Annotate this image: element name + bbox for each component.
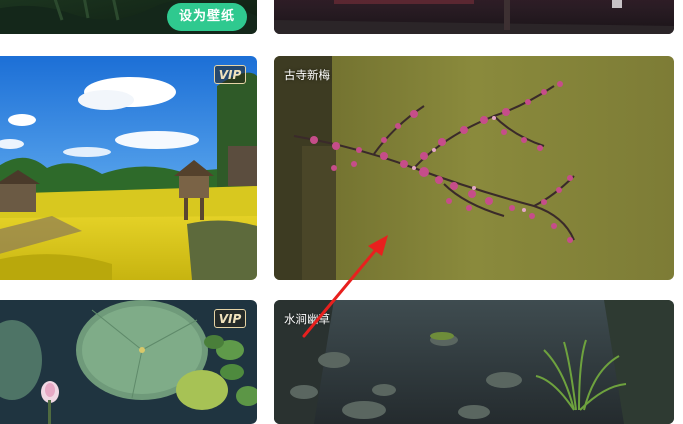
wallpaper-card-top-right[interactable]: [274, 0, 674, 34]
wallpaper-card-top-left[interactable]: 设为壁纸: [0, 0, 257, 34]
wallpaper-thumbnail-rapeseed: [0, 56, 257, 280]
card-title: 古寺新梅: [284, 68, 330, 82]
card-title: 水涧幽草: [284, 312, 330, 326]
wallpaper-card-stream-grass[interactable]: 水涧幽草: [274, 300, 674, 424]
wallpaper-thumbnail-stream: [274, 300, 674, 424]
wallpaper-thumbnail-plum-blossom: [274, 56, 674, 280]
set-wallpaper-button[interactable]: 设为壁纸: [166, 3, 247, 31]
vip-badge: VIP: [214, 65, 246, 84]
wallpaper-thumbnail-night-street: [274, 0, 674, 34]
wallpaper-card-lotus-pond[interactable]: VIP: [0, 300, 257, 424]
wallpaper-card-ancient-temple-plum[interactable]: 古寺新梅: [274, 56, 674, 280]
wallpaper-card-rapeseed-field[interactable]: VIP: [0, 56, 257, 280]
vip-badge: VIP: [214, 309, 246, 328]
